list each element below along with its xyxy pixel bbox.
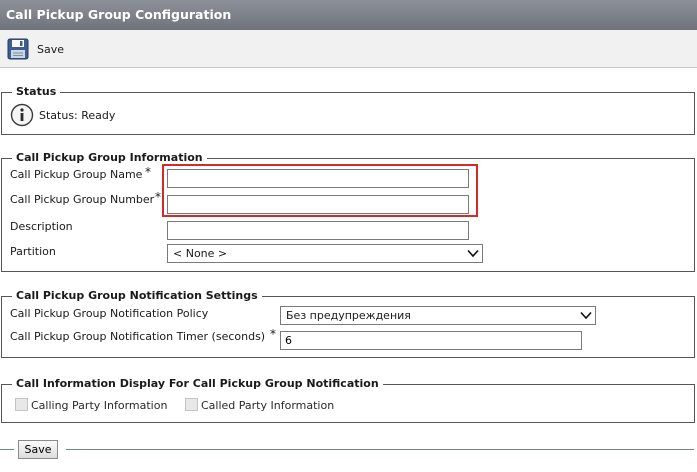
info-icon [10, 103, 34, 127]
divider [0, 449, 14, 450]
group-number-label: Call Pickup Group Number [10, 193, 155, 206]
toolbar-save-button[interactable]: Save [7, 38, 69, 60]
info-legend: Call Pickup Group Information [12, 151, 207, 165]
notification-policy-label: Call Pickup Group Notification Policy [10, 307, 209, 320]
calling-party-checkbox[interactable] [15, 398, 28, 411]
partition-select[interactable]: < None > [167, 244, 483, 263]
calling-party-label: Calling Party Information [31, 399, 168, 412]
partition-label: Partition [10, 245, 56, 258]
page-title: Call Pickup Group Configuration [0, 0, 697, 30]
save-icon [7, 38, 29, 60]
status-text: Status: Ready [39, 109, 116, 122]
toolbar-save-label: Save [37, 42, 65, 56]
description-label: Description [10, 220, 73, 233]
notification-policy-select[interactable]: Без предупреждения [280, 306, 596, 325]
group-name-input[interactable] [167, 169, 469, 188]
chevron-down-icon [467, 249, 479, 258]
notification-timer-input[interactable] [280, 331, 582, 350]
required-marker: * [155, 190, 161, 204]
group-name-label: Call Pickup Group Name [10, 168, 143, 181]
required-marker: * [270, 327, 276, 341]
required-marker: * [145, 165, 151, 179]
divider [66, 449, 694, 450]
group-number-input[interactable] [167, 195, 469, 214]
notification-policy-value: Без предупреждения [286, 309, 411, 322]
notification-timer-label: Call Pickup Group Notification Timer (se… [10, 330, 266, 343]
save-button[interactable]: Save [18, 440, 58, 459]
partition-select-value: < None > [173, 247, 228, 260]
notification-legend: Call Pickup Group Notification Settings [12, 289, 262, 303]
toolbar: Save [0, 30, 697, 68]
description-input[interactable] [167, 221, 469, 240]
called-party-checkbox[interactable] [185, 398, 198, 411]
status-legend: Status [12, 85, 61, 99]
called-party-label: Called Party Information [201, 399, 335, 412]
chevron-down-icon [580, 311, 592, 320]
display-legend: Call Information Display For Call Pickup… [12, 377, 383, 391]
status-section: Status Status: Ready [1, 85, 695, 135]
